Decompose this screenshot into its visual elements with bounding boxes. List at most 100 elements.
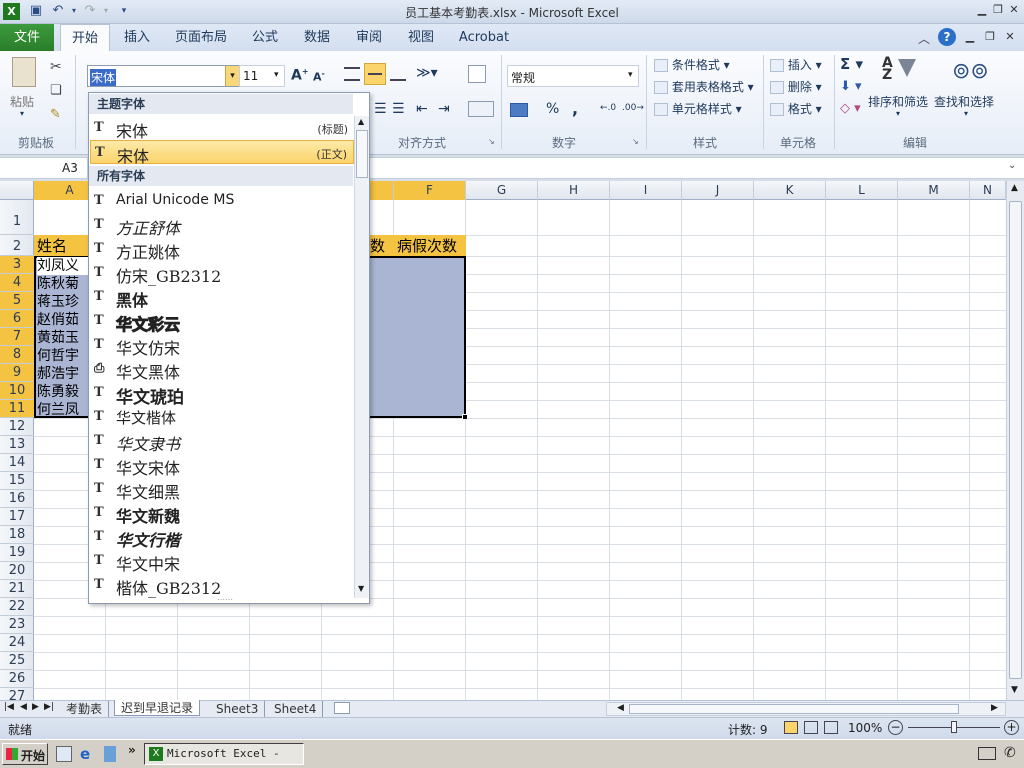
row-header[interactable]: 9 <box>0 364 34 382</box>
dropdown-scrollbar[interactable]: ▲ ▼ <box>354 116 369 598</box>
font-option[interactable]: ⎙ 华文黑体 <box>90 357 354 382</box>
header-cell-e[interactable]: 数 <box>370 236 385 256</box>
page-break-view-icon[interactable] <box>824 721 838 734</box>
first-sheet-icon[interactable]: |◀ <box>4 702 14 712</box>
expand-formula-bar-icon[interactable]: ⌄ <box>1008 160 1016 171</box>
autosum-icon[interactable]: Σ ▾ <box>840 55 863 73</box>
percent-icon[interactable]: % <box>546 101 559 117</box>
row-header[interactable]: 17 <box>0 508 34 526</box>
scroll-thumb[interactable] <box>1009 201 1022 679</box>
row-header[interactable]: 2 <box>0 235 34 256</box>
font-option[interactable]: T 华文仿宋 <box>90 333 354 358</box>
wb-restore-icon[interactable]: ❐ <box>982 29 998 45</box>
row-header[interactable]: 6 <box>0 310 34 328</box>
tab-review[interactable]: 审阅 <box>348 24 390 51</box>
name-cell[interactable]: 蒋玉珍 <box>37 293 79 311</box>
orientation-icon[interactable]: ≫▾ <box>416 65 438 81</box>
row-header[interactable]: 15 <box>0 472 34 490</box>
wb-close-icon[interactable]: ✕ <box>1002 29 1018 45</box>
column-header[interactable]: K <box>754 181 826 200</box>
dropdown-scroll-thumb[interactable] <box>356 130 368 178</box>
name-cell[interactable]: 何兰凤 <box>37 401 79 419</box>
ie-icon[interactable]: e <box>80 745 90 763</box>
restore-icon[interactable]: ❐ <box>990 2 1006 18</box>
quicklaunch-icon[interactable] <box>56 746 72 762</box>
fill-icon[interactable]: ⬇ ▾ <box>840 79 862 94</box>
row-header[interactable]: 24 <box>0 634 34 652</box>
format-as-table-button[interactable]: 套用表格格式 ▾ <box>654 78 754 95</box>
column-header[interactable]: F <box>394 181 466 200</box>
align-top-icon[interactable] <box>344 67 360 81</box>
sheet-tab[interactable]: 考勤表 <box>60 701 110 717</box>
font-name-dropdown-icon[interactable]: ▾ <box>225 66 239 86</box>
font-option[interactable]: T Arial Unicode MS <box>90 189 354 213</box>
format-painter-icon[interactable]: ✎ <box>50 107 61 122</box>
name-cell[interactable]: 郝浩宇 <box>37 365 79 383</box>
align-middle-icon[interactable] <box>364 63 386 85</box>
row-header[interactable]: 27 <box>0 688 34 704</box>
name-box[interactable]: A3 <box>0 158 88 178</box>
row-header[interactable]: 5 <box>0 292 34 310</box>
header-cell-sick-leave[interactable]: 病假次数 <box>397 236 457 256</box>
shrink-font-icon[interactable]: A- <box>313 69 325 84</box>
insert-sheet-icon[interactable] <box>334 702 350 714</box>
currency-icon[interactable] <box>510 103 528 117</box>
tab-file[interactable]: 文件 <box>0 24 54 51</box>
sort-filter-button[interactable]: AZ 排序和筛选 ▾ <box>868 55 930 125</box>
zoom-slider-thumb[interactable] <box>951 721 957 733</box>
number-dialog-launcher-icon[interactable]: ↘ <box>632 137 639 146</box>
font-option[interactable]: T 楷体_GB2312 <box>90 573 354 598</box>
horizontal-scrollbar[interactable]: ◀ ▶ <box>606 702 1006 716</box>
delete-cells-button[interactable]: 删除 ▾ <box>770 78 822 95</box>
keyboard-tray-icon[interactable] <box>978 747 996 760</box>
row-header[interactable]: 19 <box>0 544 34 562</box>
font-option[interactable]: T 黑体 <box>90 285 354 310</box>
paste-button[interactable]: 粘贴 ▾ <box>6 57 42 119</box>
font-option[interactable]: T 华文隶书 <box>90 429 354 454</box>
scroll-down-icon[interactable]: ▼ <box>1011 685 1018 695</box>
selection-handle[interactable] <box>462 414 468 420</box>
column-header[interactable]: J <box>682 181 754 200</box>
quicklaunch-more-icon[interactable]: » <box>128 743 136 757</box>
font-option[interactable]: T 华文楷体 <box>90 405 354 429</box>
row-header[interactable]: 11 <box>0 400 34 418</box>
hscroll-left-icon[interactable]: ◀ <box>617 703 624 713</box>
row-header[interactable]: 22 <box>0 598 34 616</box>
insert-cells-button[interactable]: 插入 ▾ <box>770 56 822 73</box>
wb-minimize-icon[interactable]: ▁ <box>962 29 978 45</box>
scroll-up-icon[interactable]: ▲ <box>1011 183 1018 193</box>
zoom-in-icon[interactable]: + <box>1004 720 1019 735</box>
font-option[interactable]: T 华文彩云 <box>90 309 354 335</box>
column-header[interactable]: M <box>898 181 970 200</box>
font-option[interactable]: T 仿宋_GB2312 <box>90 261 354 286</box>
help-icon[interactable]: ? <box>938 28 956 46</box>
name-cell[interactable]: 黄茹玉 <box>37 329 79 347</box>
number-format-dropdown-icon[interactable]: ▾ <box>628 70 633 80</box>
font-option[interactable]: T 方正姚体 <box>90 237 354 262</box>
decrease-indent-icon[interactable]: ⇤ <box>416 101 428 117</box>
align-right-icon[interactable]: ☰ <box>374 101 387 117</box>
row-header[interactable]: 16 <box>0 490 34 508</box>
font-option[interactable]: T 华文宋体 <box>90 453 354 478</box>
conditional-format-button[interactable]: 条件格式 ▾ <box>654 56 730 73</box>
row-header[interactable]: 14 <box>0 454 34 472</box>
font-size-dropdown-icon[interactable]: ▾ <box>274 70 279 80</box>
tab-page-layout[interactable]: 页面布局 <box>170 24 232 51</box>
row-header[interactable]: 4 <box>0 274 34 292</box>
clear-icon[interactable]: ◇ ▾ <box>840 101 861 116</box>
column-header[interactable]: L <box>826 181 898 200</box>
tab-formulas[interactable]: 公式 <box>244 24 286 51</box>
align-justify-icon[interactable]: ☰ <box>392 101 405 117</box>
row-header[interactable]: 26 <box>0 670 34 688</box>
row-header[interactable]: 7 <box>0 328 34 346</box>
vertical-scrollbar[interactable]: ▲ ▼ <box>1006 181 1024 700</box>
row-header[interactable]: 8 <box>0 346 34 364</box>
wrap-text-icon[interactable] <box>468 65 486 83</box>
increase-indent-icon[interactable]: ⇥ <box>438 101 450 117</box>
prev-sheet-icon[interactable]: ◀ <box>20 702 27 712</box>
column-header[interactable]: N <box>970 181 1006 200</box>
next-sheet-icon[interactable]: ▶ <box>32 702 39 712</box>
taskbar-excel-button[interactable]: X Microsoft Excel - ... <box>144 743 304 768</box>
row-header[interactable]: 25 <box>0 652 34 670</box>
last-sheet-icon[interactable]: ▶| <box>44 702 54 712</box>
